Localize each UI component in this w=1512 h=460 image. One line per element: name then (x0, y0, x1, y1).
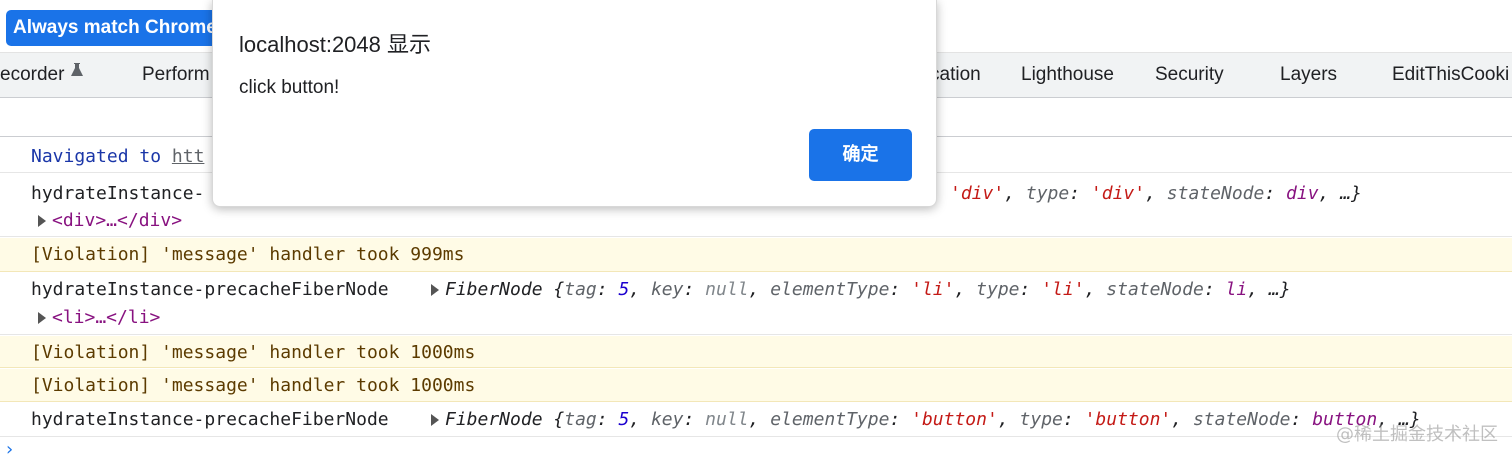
flask-icon (70, 53, 84, 95)
expand-triangle-icon[interactable] (38, 312, 46, 324)
console-prompt-icon[interactable]: › (4, 439, 15, 460)
fibernode-object[interactable]: FiberNode {tag: 5, key: null, elementTyp… (431, 409, 1421, 430)
expand-triangle-icon[interactable] (38, 215, 46, 227)
tab-performance[interactable]: Perform (142, 53, 210, 97)
tab-recorder-label: ecorder (0, 64, 65, 85)
tab-application[interactable]: cation (930, 53, 981, 97)
log-label: hydrateInstance-precacheFiberNode (31, 279, 389, 300)
log-value: 'div' (950, 183, 1005, 204)
console-message-log: hydrateInstance-precacheFiberNode FiberN… (0, 273, 1512, 335)
ok-button[interactable]: 确定 (809, 129, 912, 181)
dialog-title: localhost:2048 显示 (239, 32, 431, 57)
alert-dialog: localhost:2048 显示 click button! 确定 (212, 0, 937, 207)
console-violation: [Violation] 'message' handler took 1000m… (0, 369, 1512, 402)
log-value: 'div' (1090, 183, 1146, 204)
log-label: hydrateInstance-precacheFiberNode (31, 409, 389, 430)
object-class: FiberNode (445, 409, 543, 430)
expand-element-row[interactable]: <li>…</li> (38, 307, 160, 328)
tab-lighthouse[interactable]: Lighthouse (1021, 53, 1114, 97)
object-class: FiberNode (445, 279, 543, 300)
violation-text: [Violation] 'message' handler took 1000m… (31, 342, 476, 363)
violation-text: [Violation] 'message' handler took 1000m… (31, 375, 476, 396)
console-message-log: hydrateInstance-precacheFiberNode FiberN… (0, 403, 1512, 437)
log-value: null (705, 409, 749, 430)
element-node[interactable]: <div>…</div> (52, 210, 182, 231)
expand-element-row[interactable]: <div>…</div> (38, 210, 182, 231)
watermark: @稀土掘金技术社区 (1336, 424, 1498, 445)
violation-text: [Violation] 'message' handler took 999ms (31, 244, 465, 265)
console-violation: [Violation] 'message' handler took 999ms (0, 238, 1512, 272)
expand-triangle-icon[interactable] (431, 414, 439, 426)
tab-layers[interactable]: Layers (1280, 53, 1337, 97)
expand-triangle-icon[interactable] (431, 284, 439, 296)
log-label: hydrateInstance- (31, 183, 205, 204)
element-node[interactable]: <li>…</li> (52, 307, 160, 328)
log-value: null (705, 279, 749, 300)
log-value: div (1286, 183, 1319, 204)
log-value: 'button' (911, 409, 998, 430)
log-value: 5 (618, 409, 630, 430)
tab-security[interactable]: Security (1155, 53, 1224, 97)
log-value: 'li' (911, 279, 955, 300)
console-violation: [Violation] 'message' handler took 1000m… (0, 336, 1512, 368)
log-value: li (1225, 279, 1248, 300)
navigated-prefix: Navigated to (31, 146, 172, 167)
dialog-message: click button! (239, 77, 340, 98)
log-value: 5 (618, 279, 630, 300)
navigated-link[interactable]: htt (172, 146, 205, 167)
log-object-tail[interactable]: 'div', type: 'div', stateNode: div, …} (950, 183, 1362, 204)
log-value: 'button' (1084, 409, 1172, 430)
tab-recorder[interactable]: ecorder (0, 53, 84, 97)
fibernode-object[interactable]: FiberNode {tag: 5, key: null, elementTyp… (431, 279, 1291, 300)
always-match-chrome-button[interactable]: Always match Chrome (6, 10, 226, 46)
tab-editthiscookie[interactable]: EditThisCooki (1392, 53, 1509, 97)
log-value: 'li' (1041, 279, 1085, 300)
navigated-text: Navigated to htt (31, 146, 204, 167)
